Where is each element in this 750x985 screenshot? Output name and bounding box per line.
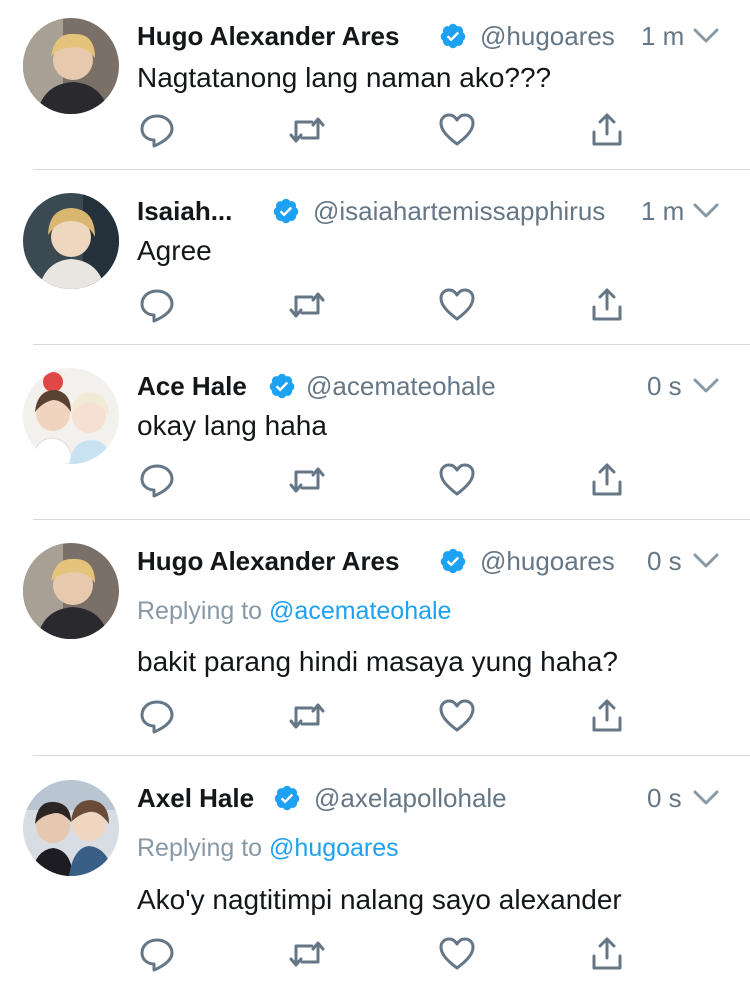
chevron-down-icon[interactable] [692,24,720,48]
avatar[interactable] [23,18,119,114]
heart-icon[interactable] [437,696,477,736]
mention-link[interactable]: @acemateohale [269,597,451,625]
timestamp: 0 s [647,546,682,576]
user-handle[interactable]: @acemateohale [306,368,496,404]
user-handle[interactable]: @isaiahartemissapphirus [313,193,605,229]
user-handle[interactable]: @hugoares [480,543,615,579]
heart-icon[interactable] [437,285,477,325]
share-icon[interactable] [587,460,627,500]
tweet-text: Nagtatanong lang naman ako??? [137,62,552,93]
share-icon[interactable] [587,110,627,150]
replying-to: Replying to @acemateohale [137,594,451,628]
heart-icon[interactable] [437,934,477,974]
tweet-actions [137,285,637,325]
tweet-text: okay lang haha [137,410,327,441]
verified-badge-icon [439,22,467,50]
replying-to: Replying to @hugoares [137,831,399,865]
display-name[interactable]: Ace Hale [137,368,247,404]
heart-icon[interactable] [437,110,477,150]
chevron-down-icon[interactable] [692,786,720,810]
reply-icon[interactable] [137,285,177,325]
tweet-text: bakit parang hindi masaya yung haha? [137,646,619,677]
tweet-actions [137,934,637,974]
retweet-icon[interactable] [287,110,327,150]
timestamp: 1 m [641,21,685,51]
verified-badge-icon [268,372,296,400]
verified-badge-icon [272,197,300,225]
verified-badge-icon [439,547,467,575]
retweet-icon[interactable] [287,285,327,325]
share-icon[interactable] [587,934,627,974]
tweet-text: Agree [137,235,212,266]
replying-to-label: Replying to [137,597,270,625]
tweet-text: Ako'y nagtitimpi nalang sayo alexander [137,884,622,915]
heart-icon[interactable] [437,460,477,500]
user-handle[interactable]: @axelapollohale [314,780,507,816]
display-name[interactable]: Hugo Alexander Ares [137,543,399,579]
avatar[interactable] [23,193,119,289]
tweet-2[interactable]: Isaiah... @isaiahartemissapphirus 1 m Ag… [0,170,750,345]
verified-badge-icon [273,784,301,812]
tweet-actions [137,696,637,736]
retweet-icon[interactable] [287,460,327,500]
timestamp: 1 m [641,196,685,226]
chevron-down-icon[interactable] [692,374,720,398]
display-name[interactable]: Isaiah... [137,193,232,229]
tweet-thread: Hugo Alexander Ares @hugoares 1 m Nagtat… [0,0,750,985]
avatar[interactable] [23,368,119,464]
retweet-icon[interactable] [287,696,327,736]
chevron-down-icon[interactable] [692,199,720,223]
timestamp: 0 s [647,783,682,813]
replying-to-label: Replying to [137,834,270,862]
display-name[interactable]: Hugo Alexander Ares [137,18,399,54]
display-name[interactable]: Axel Hale [137,780,254,816]
chevron-down-icon[interactable] [692,549,720,573]
timestamp: 0 s [647,371,682,401]
tweet-5[interactable]: Axel Hale @axelapollohale 0 s Replying t… [0,756,750,985]
share-icon[interactable] [587,696,627,736]
user-handle[interactable]: @hugoares [480,18,615,54]
tweet-1[interactable]: Hugo Alexander Ares @hugoares 1 m Nagtat… [0,0,750,170]
share-icon[interactable] [587,285,627,325]
reply-icon[interactable] [137,696,177,736]
reply-icon[interactable] [137,460,177,500]
avatar[interactable] [23,543,119,639]
reply-icon[interactable] [137,110,177,150]
tweet-actions [137,460,637,500]
avatar[interactable] [23,780,119,876]
reply-icon[interactable] [137,934,177,974]
mention-link[interactable]: @hugoares [269,834,399,862]
tweet-4[interactable]: Hugo Alexander Ares @hugoares 0 s Replyi… [0,520,750,755]
tweet-actions [137,110,637,150]
tweet-3[interactable]: Ace Hale @acemateohale 0 s okay lang hah… [0,345,750,520]
retweet-icon[interactable] [287,934,327,974]
